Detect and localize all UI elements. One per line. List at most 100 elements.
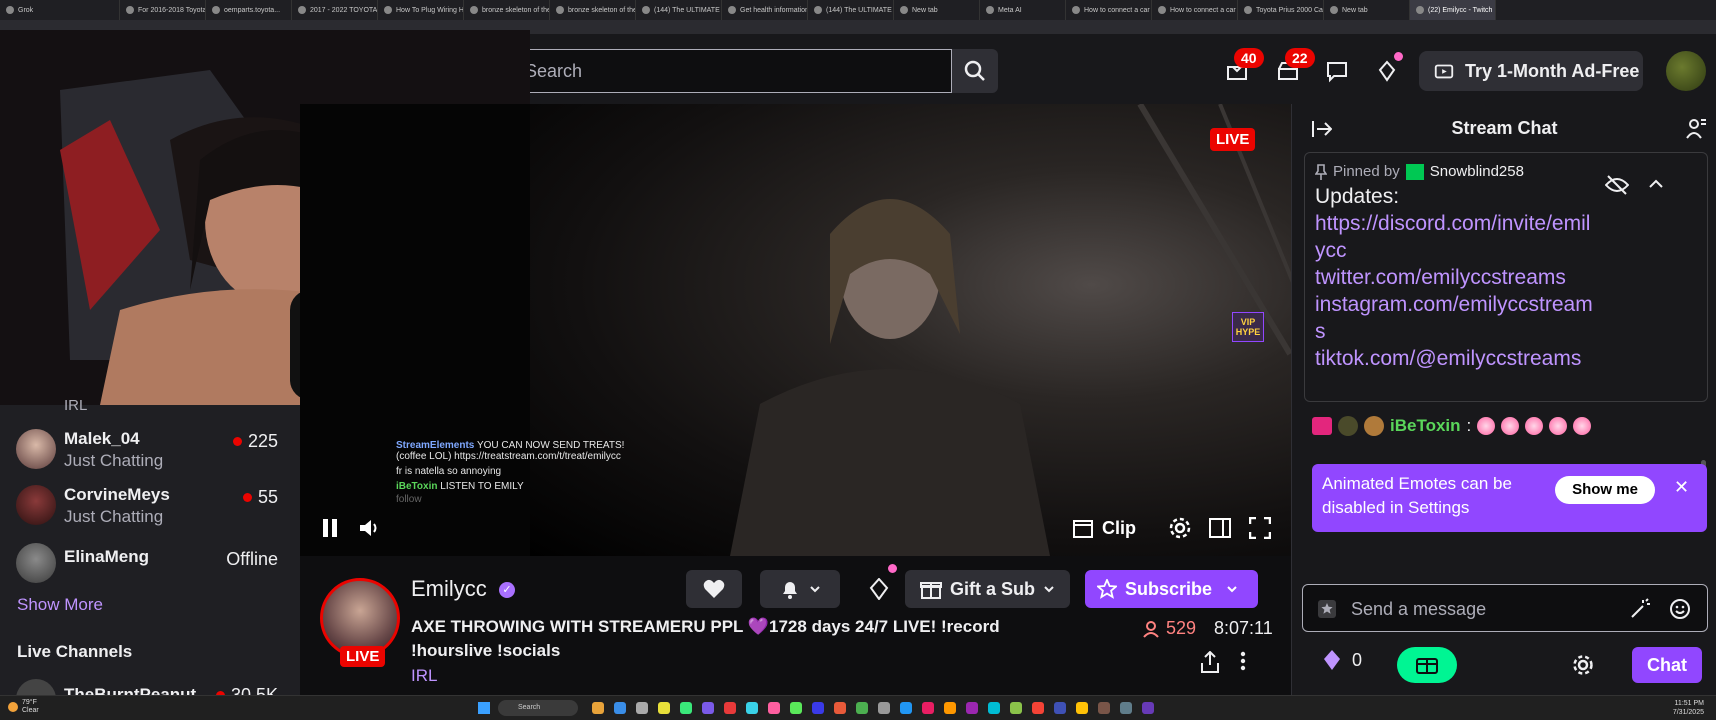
- browser-tab[interactable]: New tab: [1324, 0, 1410, 20]
- close-icon[interactable]: ✕: [1674, 477, 1689, 498]
- user-avatar[interactable]: [1666, 51, 1706, 91]
- browser-tab[interactable]: How To Plug Wiring Ha...: [378, 0, 464, 20]
- taskbar-app-icon[interactable]: [790, 702, 802, 714]
- channel-points[interactable]: 0: [1322, 649, 1362, 671]
- sidebar-channel-malek04[interactable]: Malek_04 Just Chatting 225: [0, 423, 300, 479]
- emote-icon[interactable]: [1477, 417, 1496, 435]
- taskbar-app-icon[interactable]: [900, 702, 912, 714]
- browser-tab[interactable]: Meta AI: [980, 0, 1066, 20]
- streamer-name[interactable]: Emilycc: [411, 576, 487, 602]
- emote-icon[interactable]: [1573, 417, 1592, 435]
- video-player[interactable]: LIVE VIP HYPE StreamElements YOU CAN NOW…: [300, 104, 1291, 556]
- subscribe-button[interactable]: Subscribe: [1085, 570, 1258, 608]
- show-more-link[interactable]: Show More: [17, 595, 103, 615]
- taskbar-app-icon[interactable]: [746, 702, 758, 714]
- taskbar-app-icon[interactable]: [614, 702, 626, 714]
- browser-tab[interactable]: How to connect a car lig...: [1066, 0, 1152, 20]
- clip-button[interactable]: Clip: [1072, 512, 1136, 544]
- taskbar-app-icon[interactable]: [1120, 702, 1132, 714]
- sidebar-channel-theburntpeanut[interactable]: TheBurntPeanut 30.5K: [0, 677, 300, 695]
- emote-icon[interactable]: [1501, 417, 1520, 435]
- browser-tab[interactable]: oemparts.toyota...: [206, 0, 292, 20]
- chat-send-button[interactable]: Chat: [1632, 647, 1702, 683]
- tiktok-link[interactable]: tiktok.com/@emilyccstreams: [1315, 345, 1595, 372]
- weather-widget[interactable]: 79°F Clear: [22, 699, 39, 715]
- sidebar-channel-corvinemeys[interactable]: CorvineMeys Just Chatting 55: [0, 479, 300, 535]
- taskbar-app-icon[interactable]: [1032, 702, 1044, 714]
- browser-tab[interactable]: Grok: [0, 0, 120, 20]
- windows-start-icon[interactable]: [478, 702, 490, 714]
- sidebar-channel-elinameng[interactable]: ElinaMeng Offline: [0, 537, 300, 593]
- browser-tab[interactable]: 2017 - 2022 TOYOTA PR...: [292, 0, 378, 20]
- share-button[interactable]: [1200, 650, 1220, 678]
- browser-tab[interactable]: Toyota Prius 2000 Car R...: [1238, 0, 1324, 20]
- inbox-button[interactable]: 22: [1273, 48, 1315, 86]
- browser-tab[interactable]: New tab: [894, 0, 980, 20]
- taskbar-app-icon[interactable]: [1010, 702, 1022, 714]
- taskbar-app-icon[interactable]: [658, 702, 670, 714]
- browser-tab[interactable]: bronze skeleton of the hu...: [464, 0, 550, 20]
- notification-bell-button[interactable]: [760, 570, 840, 608]
- pause-button[interactable]: [318, 512, 342, 544]
- community-button[interactable]: [1686, 118, 1708, 145]
- taskbar-app-icon[interactable]: [680, 702, 692, 714]
- whispers-button[interactable]: [1322, 56, 1352, 86]
- volume-button[interactable]: [356, 512, 384, 544]
- browser-tab[interactable]: (144) The ULTIMATE Sc...: [808, 0, 894, 20]
- fullscreen-button[interactable]: [1246, 512, 1274, 544]
- gift-sub-button[interactable]: Gift a Sub: [905, 570, 1070, 608]
- taskbar-app-icon[interactable]: [724, 702, 736, 714]
- search-button[interactable]: [952, 49, 998, 93]
- taskbar-app-icon[interactable]: [1076, 702, 1088, 714]
- taskbar-app-icon[interactable]: [922, 702, 934, 714]
- taskbar-app-icon[interactable]: [966, 702, 978, 714]
- try-ad-free-button[interactable]: Try 1-Month Ad-Free: [1419, 51, 1643, 91]
- stream-category-link[interactable]: IRL: [411, 666, 437, 686]
- emote-picker-button[interactable]: [1669, 598, 1691, 625]
- collapse-pinned-button[interactable]: [1648, 177, 1664, 195]
- chat-badge-button[interactable]: [1317, 599, 1337, 624]
- browser-tab[interactable]: For 2016-2018 Toyota P...: [120, 0, 206, 20]
- browser-tab[interactable]: (22) Emilycc - Twitch: [1410, 0, 1496, 20]
- taskbar-app-icon[interactable]: [592, 702, 604, 714]
- notifications-button[interactable]: 40: [1222, 48, 1264, 86]
- taskbar-app-icon[interactable]: [636, 702, 648, 714]
- taskbar-app-icon[interactable]: [1098, 702, 1110, 714]
- power-ups-button[interactable]: [1629, 598, 1651, 625]
- chat-input[interactable]: Send a message: [1302, 584, 1708, 632]
- follow-button[interactable]: [686, 570, 742, 608]
- taskbar-app-icon[interactable]: [944, 702, 956, 714]
- bits-cheer-button[interactable]: [860, 564, 898, 608]
- taskbar-app-icon[interactable]: [812, 702, 824, 714]
- show-me-button[interactable]: Show me: [1555, 476, 1655, 504]
- taskbar-clock[interactable]: 11:51 PM 7/31/2025: [1673, 699, 1704, 717]
- prime-loot-button[interactable]: [1397, 647, 1457, 683]
- browser-tab[interactable]: How to connect a car lig...: [1152, 0, 1238, 20]
- discord-link[interactable]: https://discord.com/invite/emilycc: [1315, 210, 1595, 264]
- taskbar-app-icon[interactable]: [834, 702, 846, 714]
- chat-username[interactable]: iBeToxin: [1390, 416, 1461, 436]
- emote-icon[interactable]: [1549, 417, 1568, 435]
- taskbar-app-icon[interactable]: [988, 702, 1000, 714]
- emote-icon[interactable]: [1525, 417, 1544, 435]
- more-options-button[interactable]: [1240, 651, 1250, 676]
- taskbar-app-icon[interactable]: [768, 702, 780, 714]
- hide-pinned-button[interactable]: [1604, 175, 1630, 200]
- bits-button[interactable]: [1372, 52, 1403, 86]
- taskbar-search[interactable]: Search: [498, 700, 578, 716]
- settings-button[interactable]: [1166, 512, 1194, 544]
- browser-tab[interactable]: Get health information...: [722, 0, 808, 20]
- twitter-link[interactable]: twitter.com/emilyccstreams: [1315, 264, 1595, 291]
- browser-tab[interactable]: (144) The ULTIMATE Sc...: [636, 0, 722, 20]
- taskbar-app-icon[interactable]: [1054, 702, 1066, 714]
- browser-tab[interactable]: bronze skeleton of the hu...: [550, 0, 636, 20]
- instagram-link[interactable]: instagram.com/emilyccstreams: [1315, 291, 1595, 345]
- search-input[interactable]: Search: [520, 49, 952, 93]
- taskbar-app-icon[interactable]: [1142, 702, 1154, 714]
- taskbar-app-icon[interactable]: [856, 702, 868, 714]
- pinned-username[interactable]: Snowblind258: [1430, 163, 1524, 180]
- taskbar-app-icon[interactable]: [702, 702, 714, 714]
- taskbar-app-icon[interactable]: [878, 702, 890, 714]
- theatre-mode-button[interactable]: [1206, 512, 1234, 544]
- chat-settings-button[interactable]: [1572, 654, 1594, 681]
